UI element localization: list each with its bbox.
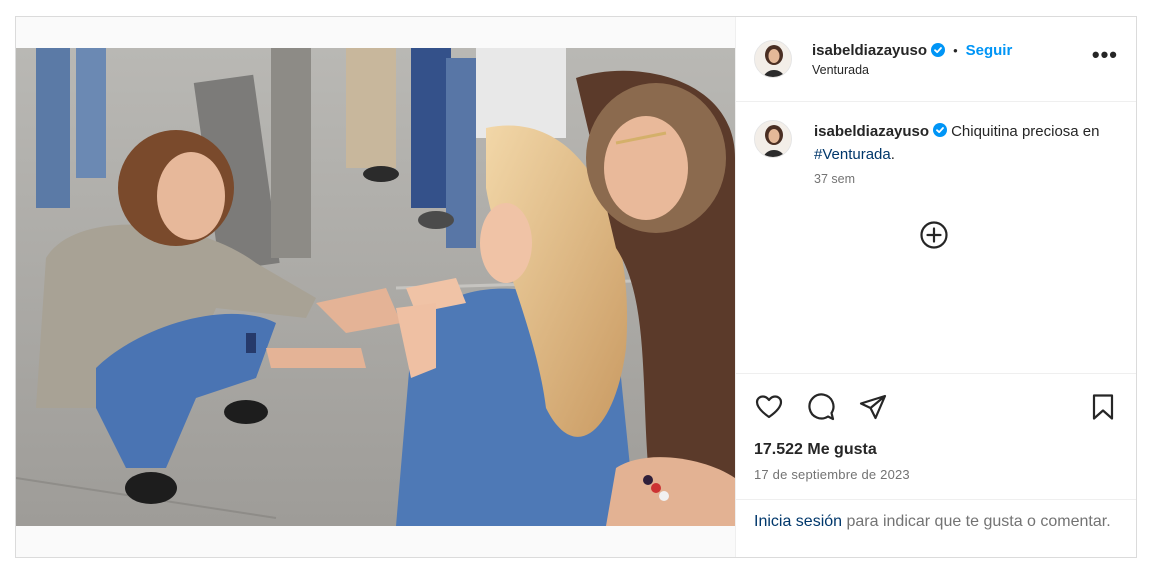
caption-avatar[interactable] — [754, 120, 792, 158]
caption-body: Chiquitina preciosa en — [951, 123, 1100, 140]
photo-illustration — [16, 48, 735, 526]
post-media — [16, 17, 735, 557]
account-info: isabeldiazayuso • Seguir Venturada — [812, 42, 1012, 77]
action-bar — [736, 373, 1136, 439]
verified-badge-icon — [931, 43, 946, 57]
login-link[interactable]: Inicia sesión — [754, 513, 842, 530]
post-photo[interactable] — [16, 48, 735, 526]
verified-badge-icon — [933, 121, 948, 137]
location-link[interactable]: Venturada — [812, 63, 1012, 77]
avatar[interactable] — [754, 40, 792, 78]
caption-end: . — [890, 146, 895, 163]
more-options-icon[interactable]: ••• — [1092, 44, 1118, 68]
post-header: isabeldiazayuso • Seguir Venturada ••• — [736, 17, 1136, 102]
post-age: 37 sem — [814, 172, 855, 186]
follow-button[interactable]: Seguir — [966, 42, 1013, 59]
caption-username[interactable]: isabeldiazayuso — [814, 123, 929, 140]
login-prompt: Inicia sesión para indicar que te gusta … — [736, 499, 1136, 557]
login-prompt-text: para indicar que te gusta o comentar. — [842, 513, 1111, 530]
separator-dot: • — [953, 42, 958, 58]
hashtag-link[interactable]: #Venturada — [814, 146, 891, 163]
comment-icon[interactable] — [806, 392, 836, 422]
heart-icon[interactable] — [754, 392, 784, 422]
post-sidebar: isabeldiazayuso • Seguir Venturada ••• i… — [735, 17, 1136, 557]
bookmark-icon[interactable] — [1088, 392, 1118, 422]
username-link[interactable]: isabeldiazayuso — [812, 42, 927, 59]
share-icon[interactable] — [858, 392, 888, 422]
instagram-post-card: isabeldiazayuso • Seguir Venturada ••• i… — [15, 16, 1137, 558]
comments-area: isabeldiazayuso Chiquitina preciosa en #V… — [736, 102, 1136, 373]
add-comment-icon[interactable] — [919, 220, 949, 250]
post-date: 17 de septiembre de 2023 — [754, 467, 910, 482]
likes-count[interactable]: 17.522 Me gusta — [736, 441, 1136, 459]
caption-text: isabeldiazayuso Chiquitina preciosa en #V… — [814, 120, 1114, 166]
caption: isabeldiazayuso Chiquitina preciosa en #V… — [754, 120, 1118, 166]
